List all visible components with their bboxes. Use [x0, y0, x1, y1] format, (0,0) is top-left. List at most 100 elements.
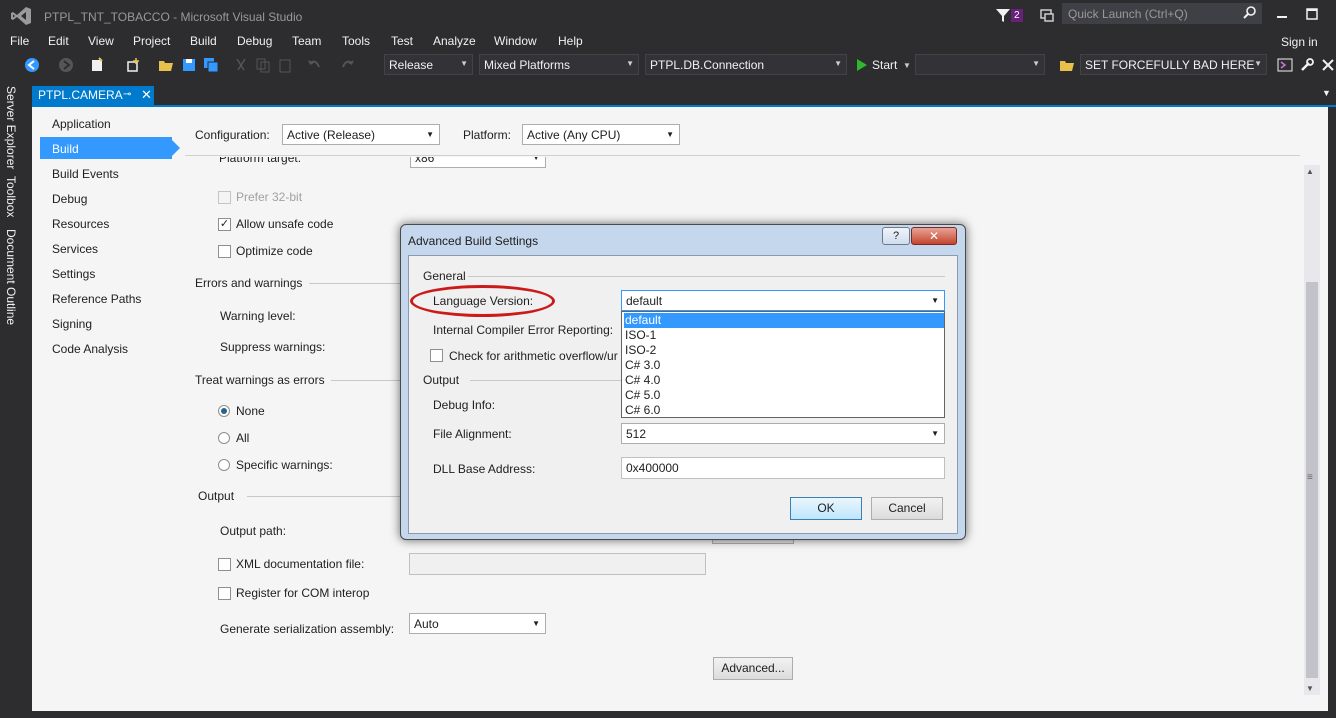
scroll-down-icon[interactable]: ▼: [1306, 684, 1314, 693]
cut-icon[interactable]: [233, 57, 249, 73]
nav-item-code-analysis[interactable]: Code Analysis: [52, 342, 128, 356]
section-divider: [470, 380, 621, 381]
dll-base-address-input[interactable]: 0x400000: [621, 457, 945, 479]
pin-icon[interactable]: ⊸: [123, 89, 131, 100]
notification-flag-icon[interactable]: [994, 6, 1012, 24]
solution-platform-combo[interactable]: Mixed Platforms ▼: [479, 54, 639, 75]
search-icon[interactable]: [1243, 5, 1257, 19]
nav-item-build-events[interactable]: Build Events: [52, 167, 119, 181]
output-header: Output: [198, 489, 235, 503]
chevron-down-icon[interactable]: ▼: [903, 61, 911, 70]
language-option-iso1[interactable]: ISO-1: [624, 328, 944, 343]
menu-project[interactable]: Project: [133, 34, 170, 48]
add-item-icon[interactable]: [125, 57, 141, 73]
language-option-cs6[interactable]: C# 6.0: [624, 403, 944, 418]
output-path-label: Output path:: [220, 524, 287, 538]
file-alignment-value: 512: [626, 427, 647, 441]
menu-analyze[interactable]: Analyze: [433, 34, 476, 48]
optimize-code-checkbox[interactable]: [218, 245, 231, 258]
platform-target-combo[interactable]: x86 ▼: [410, 157, 546, 168]
treat-none-radio[interactable]: [218, 405, 230, 417]
nav-item-debug[interactable]: Debug: [52, 192, 87, 206]
treat-all-radio[interactable]: [218, 432, 230, 444]
tab-ptpl-camera[interactable]: PTPL.CAMERA: [32, 86, 154, 105]
menu-test[interactable]: Test: [391, 34, 413, 48]
help-button[interactable]: ?: [882, 227, 910, 245]
nav-item-application[interactable]: Application: [52, 117, 111, 131]
xml-doc-path-input[interactable]: [409, 553, 706, 575]
find-in-files-icon[interactable]: [1059, 57, 1075, 73]
start-debugging-icon[interactable]: [854, 57, 870, 73]
cancel-button[interactable]: Cancel: [871, 497, 943, 520]
nav-item-settings[interactable]: Settings: [52, 267, 95, 281]
navigate-forward-icon[interactable]: [58, 57, 74, 73]
menu-tools[interactable]: Tools: [342, 34, 370, 48]
close-icon[interactable]: ✕: [141, 87, 152, 103]
open-file-icon[interactable]: [158, 57, 174, 73]
notification-badge[interactable]: 2: [1011, 9, 1023, 22]
document-outline-tab[interactable]: Document Outline: [4, 229, 18, 325]
vs-solution-icon[interactable]: [1277, 57, 1293, 73]
sign-in-link[interactable]: Sign in: [1281, 35, 1318, 49]
redo-icon[interactable]: [340, 57, 356, 73]
nav-item-resources[interactable]: Resources: [52, 217, 109, 231]
nav-item-reference-paths[interactable]: Reference Paths: [52, 292, 141, 306]
visual-studio-logo-icon: [11, 7, 31, 25]
menu-view[interactable]: View: [88, 34, 114, 48]
solution-configuration-combo[interactable]: Release ▼: [384, 54, 473, 75]
language-option-iso2[interactable]: ISO-2: [624, 343, 944, 358]
menu-window[interactable]: Window: [494, 34, 537, 48]
nav-item-services[interactable]: Services: [52, 242, 98, 256]
new-project-icon[interactable]: [89, 57, 105, 73]
scroll-up-icon[interactable]: ▲: [1306, 167, 1314, 176]
ok-button[interactable]: OK: [790, 497, 862, 520]
prefer-32bit-checkbox[interactable]: [218, 191, 231, 204]
language-option-cs3[interactable]: C# 3.0: [624, 358, 944, 373]
dialog-close-button[interactable]: ✕: [911, 227, 957, 245]
menu-debug[interactable]: Debug: [237, 34, 272, 48]
save-icon[interactable]: [181, 57, 197, 73]
undo-icon[interactable]: [306, 57, 322, 73]
menu-team[interactable]: Team: [292, 34, 321, 48]
copy-icon[interactable]: [255, 57, 271, 73]
nav-item-signing[interactable]: Signing: [52, 317, 92, 331]
xml-doc-checkbox[interactable]: [218, 558, 231, 571]
maximize-icon[interactable]: [1306, 7, 1318, 21]
empty-toolbar-combo[interactable]: ▼: [915, 54, 1045, 75]
arithmetic-overflow-checkbox[interactable]: [430, 349, 443, 362]
startup-project-combo[interactable]: PTPL.DB.Connection ▼: [645, 54, 847, 75]
feedback-icon[interactable]: [1037, 6, 1055, 24]
language-option-cs4[interactable]: C# 4.0: [624, 373, 944, 388]
advanced-button[interactable]: Advanced...: [713, 657, 793, 680]
quick-launch-input[interactable]: Quick Launch (Ctrl+Q): [1062, 3, 1262, 24]
server-explorer-tab[interactable]: Server Explorer: [4, 86, 18, 169]
platform-combo[interactable]: Active (Any CPU) ▼: [522, 124, 680, 145]
menu-build[interactable]: Build: [190, 34, 217, 48]
toolbox-tab[interactable]: Toolbox: [4, 176, 18, 217]
navigate-back-icon[interactable]: [24, 57, 40, 73]
file-alignment-combo[interactable]: 512 ▼: [621, 423, 945, 444]
start-button-label[interactable]: Start: [872, 58, 897, 72]
com-interop-checkbox[interactable]: [218, 587, 231, 600]
chevron-down-icon[interactable]: ▼: [1322, 88, 1331, 98]
menu-file[interactable]: File: [10, 34, 29, 48]
wrench-icon[interactable]: [1299, 57, 1315, 73]
configuration-combo[interactable]: Active (Release) ▼: [282, 124, 440, 145]
language-option-cs5[interactable]: C# 5.0: [624, 388, 944, 403]
startup-project-value: PTPL.DB.Connection: [650, 58, 765, 72]
paste-icon[interactable]: [277, 57, 293, 73]
find-combo[interactable]: SET FORCEFULLY BAD HERE ▼: [1080, 54, 1267, 75]
menu-help[interactable]: Help: [558, 34, 583, 48]
treat-specific-radio[interactable]: [218, 459, 230, 471]
serialization-combo[interactable]: Auto ▼: [409, 613, 546, 634]
menu-edit[interactable]: Edit: [48, 34, 69, 48]
save-all-icon[interactable]: [203, 57, 219, 73]
allow-unsafe-checkbox[interactable]: ✓: [218, 218, 231, 231]
minimize-icon[interactable]: [1276, 7, 1288, 21]
serialization-label: Generate serialization assembly:: [220, 622, 395, 636]
chevron-down-icon: ▼: [666, 130, 674, 139]
tools-icon[interactable]: [1320, 57, 1336, 73]
nav-item-build[interactable]: Build: [52, 142, 79, 156]
language-version-combo[interactable]: default ▼: [621, 290, 945, 311]
language-option-default[interactable]: default: [624, 313, 944, 328]
